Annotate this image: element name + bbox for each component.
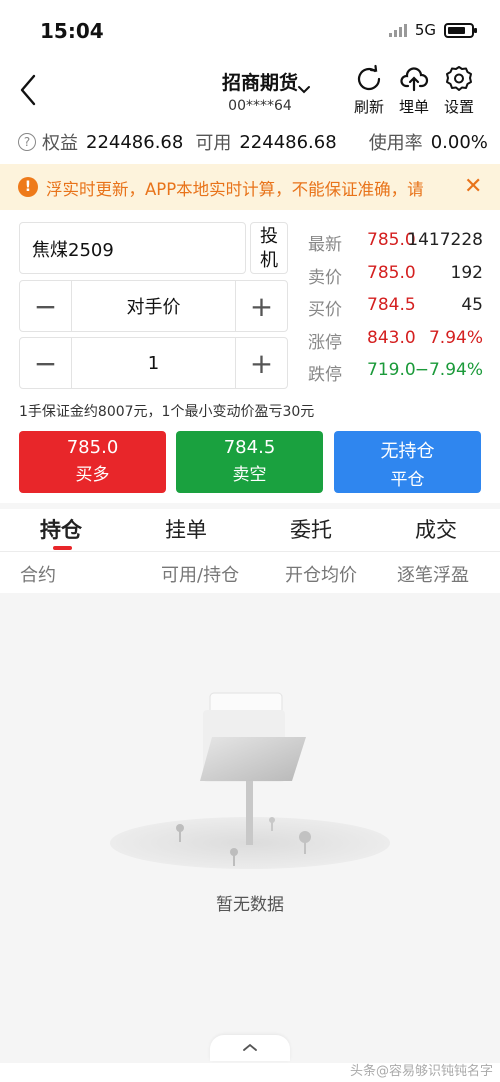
settings-label: 设置 <box>443 98 474 116</box>
cloud-order-label: 埋单 <box>398 98 429 116</box>
sell-label: 卖空 <box>232 465 267 485</box>
quote-price: 785.0 <box>367 262 416 283</box>
equity-label: 权益 <box>42 133 78 154</box>
quote-label: 卖价 <box>308 267 342 288</box>
quote-price: 719.0 <box>367 360 416 380</box>
battery-icon <box>444 22 477 38</box>
tab-orders[interactable]: 委托 <box>290 514 332 544</box>
close-status: 无持仓 <box>380 441 435 462</box>
back-button[interactable] <box>14 72 46 108</box>
status-bar: 15:04 5G <box>0 0 500 62</box>
column-header-floating-pnl: 逐笔浮盈 <box>397 565 469 586</box>
status-indicators: 5G <box>388 21 477 39</box>
warning-icon: ! <box>18 177 38 197</box>
price-plus-button[interactable]: + <box>235 281 287 331</box>
refresh-button[interactable]: 刷新 <box>347 64 391 117</box>
buy-price: 785.0 <box>66 437 119 458</box>
quote-row: 最新 785.0 1417228 <box>308 230 483 263</box>
settings-button[interactable]: 设置 <box>437 64 481 117</box>
account-summary: ? 权益 224486.68 可用 224486.68 使用率 0.00% <box>18 129 488 155</box>
available-value: 224486.68 <box>239 131 337 153</box>
quote-label: 最新 <box>308 235 342 255</box>
quote-price: 784.5 <box>367 295 416 315</box>
quote-label: 涨停 <box>308 332 342 353</box>
empty-illustration <box>100 685 400 875</box>
status-time: 15:04 <box>40 19 104 43</box>
sell-short-button[interactable]: 784.5 卖空 <box>176 431 323 493</box>
refresh-label: 刷新 <box>353 98 384 116</box>
usage-value: 0.00% <box>430 131 488 153</box>
speculation-label: 投 机 <box>260 226 278 271</box>
gear-icon <box>446 66 472 91</box>
quantity-stepper: − 1 + <box>19 337 288 389</box>
back-arrow-icon <box>20 74 36 106</box>
refresh-icon <box>357 64 381 91</box>
cloud-order-button[interactable]: 埋单 <box>392 64 436 117</box>
active-tab-indicator <box>53 546 72 550</box>
expand-handle[interactable] <box>210 1035 290 1061</box>
column-header-available: 可用/持仓 <box>161 565 240 586</box>
tab-trades[interactable]: 成交 <box>415 514 457 544</box>
quantity-plus-button[interactable]: + <box>235 338 287 388</box>
buy-long-button[interactable]: 785.0 买多 <box>19 431 166 493</box>
watermark-text: 头条@容易够识钝钝名字 <box>350 1064 494 1079</box>
price-minus-button[interactable]: − <box>20 281 72 331</box>
price-stepper: − 对手价 + <box>19 280 288 332</box>
chevron-up-icon <box>243 1043 257 1051</box>
empty-state-text: 暂无数据 <box>216 895 284 915</box>
help-icon[interactable]: ? <box>18 133 36 151</box>
quote-row[interactable]: 卖价 785.0 192 <box>308 263 483 296</box>
usage-label: 使用率 <box>368 133 423 154</box>
column-header-contract: 合约 <box>20 565 56 586</box>
quote-row: 涨停 843.0 7.94% <box>308 328 483 361</box>
quote-label: 跌停 <box>308 365 342 385</box>
sell-price: 784.5 <box>223 437 276 458</box>
equity-value: 224486.68 <box>86 131 184 153</box>
quantity-input[interactable]: 1 <box>72 338 235 388</box>
tab-pending[interactable]: 挂单 <box>165 514 207 544</box>
network-type: 5G <box>414 21 436 39</box>
quote-price: 843.0 <box>367 327 416 348</box>
quote-volume: 192 <box>450 262 483 283</box>
tab-positions[interactable]: 持仓 <box>40 514 82 544</box>
notice-banner: ! 浮实时更新，APP本地实时计算，不能保证准确，请 ✕ <box>0 164 500 210</box>
price-type-input[interactable]: 对手价 <box>72 281 235 331</box>
quantity-minus-button[interactable]: − <box>20 338 72 388</box>
margin-info: 1手保证金约8007元，1个最小变动价盈亏30元 <box>19 404 315 420</box>
speculation-toggle[interactable]: 投 机 <box>250 222 288 274</box>
close-icon[interactable]: ✕ <box>464 174 482 199</box>
quote-label: 买价 <box>308 300 342 320</box>
notice-text: 浮实时更新，APP本地实时计算，不能保证准确，请 <box>46 180 424 199</box>
quote-change: 7.94% <box>428 327 483 348</box>
quote-volume: 45 <box>461 295 483 315</box>
account-number: 00****64 <box>228 98 292 114</box>
close-label: 平仓 <box>390 470 425 490</box>
quote-panel: 最新 785.0 1417228 卖价 785.0 192 买价 784.5 4… <box>308 230 483 393</box>
cloud-upload-icon <box>400 67 429 92</box>
section-divider <box>0 503 500 509</box>
quote-volume: 1417228 <box>407 230 483 250</box>
quote-row[interactable]: 买价 784.5 45 <box>308 295 483 328</box>
close-position-button[interactable]: 无持仓 平仓 <box>334 431 481 493</box>
tab-divider <box>0 551 500 552</box>
column-header-avg-price: 开仓均价 <box>285 565 357 586</box>
contract-selector[interactable]: 焦煤2509 <box>19 222 246 274</box>
buy-label: 买多 <box>75 465 110 485</box>
quote-row: 跌停 719.0 −7.94% <box>308 360 483 393</box>
available-label: 可用 <box>195 133 232 154</box>
signal-icon <box>388 23 407 37</box>
quote-change: −7.94% <box>414 360 483 380</box>
chevron-down-icon[interactable] <box>296 82 312 96</box>
